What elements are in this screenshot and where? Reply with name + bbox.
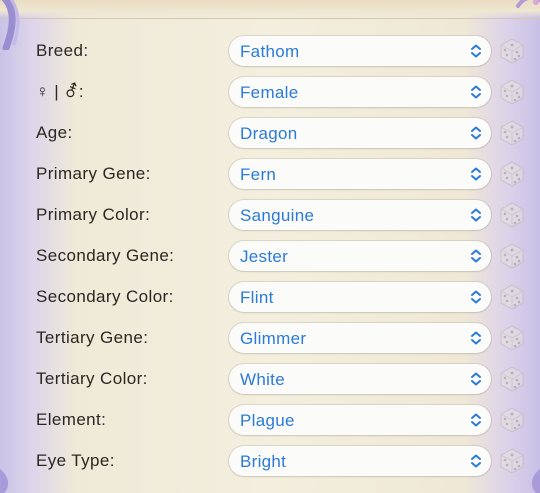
chevron-up-down-icon (469, 412, 483, 428)
tertiary-color-select-value: White (240, 370, 285, 389)
chevron-up-down-icon (469, 125, 483, 141)
field-row-element: Element: Plague (0, 403, 540, 437)
field-label-tertiary-gene: Tertiary Gene: (36, 328, 149, 347)
field-row-tertiary-color: Tertiary Color: White (0, 362, 540, 396)
dice-icon[interactable] (498, 37, 526, 65)
secondary-color-select-value: Flint (240, 288, 274, 307)
tertiary-gene-select[interactable]: Glimmer (229, 323, 491, 353)
field-row-secondary-color: Secondary Color: Flint (0, 280, 540, 314)
field-row-tertiary-gene: Tertiary Gene: Glimmer (0, 321, 540, 355)
field-label-breed: Breed: (36, 41, 89, 60)
secondary-gene-select[interactable]: Jester (229, 241, 491, 271)
dice-icon[interactable] (498, 242, 526, 270)
dice-icon[interactable] (498, 283, 526, 311)
field-row-breed: Breed: Fathom (0, 34, 540, 68)
age-select[interactable]: Dragon (229, 118, 491, 148)
field-label-primary-gene: Primary Gene: (36, 164, 151, 183)
breed-select-value: Fathom (240, 42, 300, 61)
gender-select-value: Female (240, 83, 299, 102)
element-select-value: Plague (240, 411, 295, 430)
dice-icon[interactable] (498, 365, 526, 393)
element-select[interactable]: Plague (229, 405, 491, 435)
field-row-primary-gene: Primary Gene: Fern (0, 157, 540, 191)
field-label-age: Age: (36, 123, 73, 142)
breed-select[interactable]: Fathom (229, 36, 491, 66)
primary-color-select[interactable]: Sanguine (229, 200, 491, 230)
chevron-up-down-icon (469, 453, 483, 469)
tertiary-color-select[interactable]: White (229, 364, 491, 394)
eye-type-select[interactable]: Bright (229, 446, 491, 476)
chevron-up-down-icon (469, 248, 483, 264)
secondary-gene-select-value: Jester (240, 247, 289, 266)
dice-icon[interactable] (498, 201, 526, 229)
field-label-secondary-color: Secondary Color: (36, 287, 174, 306)
field-row-eye-type: Eye Type: Bright (0, 444, 540, 478)
chevron-up-down-icon (469, 371, 483, 387)
chevron-up-down-icon (469, 43, 483, 59)
field-label-tertiary-color: Tertiary Color: (36, 369, 148, 388)
field-row-secondary-gene: Secondary Gene: Jester (0, 239, 540, 273)
age-select-value: Dragon (240, 124, 298, 143)
chevron-up-down-icon (469, 166, 483, 182)
field-row-primary-color: Primary Color: Sanguine (0, 198, 540, 232)
dice-icon[interactable] (498, 78, 526, 106)
tertiary-gene-select-value: Glimmer (240, 329, 307, 348)
field-label-gender: ♀ | ⚦: (36, 82, 84, 101)
primary-gene-select[interactable]: Fern (229, 159, 491, 189)
primary-color-select-value: Sanguine (240, 206, 315, 225)
field-label-eye-type: Eye Type: (36, 451, 115, 470)
dice-icon[interactable] (498, 447, 526, 475)
chevron-up-down-icon (469, 330, 483, 346)
dice-icon[interactable] (498, 160, 526, 188)
field-label-element: Element: (36, 410, 107, 429)
eye-type-select-value: Bright (240, 452, 287, 471)
chevron-up-down-icon (469, 289, 483, 305)
parchment-top-edge (0, 0, 540, 19)
secondary-color-select[interactable]: Flint (229, 282, 491, 312)
dice-icon[interactable] (498, 119, 526, 147)
chevron-up-down-icon (469, 207, 483, 223)
field-row-gender: ♀ | ⚦: Female (0, 75, 540, 109)
primary-gene-select-value: Fern (240, 165, 277, 184)
dice-icon[interactable] (498, 406, 526, 434)
gender-select[interactable]: Female (229, 77, 491, 107)
dice-icon[interactable] (498, 324, 526, 352)
chevron-up-down-icon (469, 84, 483, 100)
field-row-age: Age: Dragon (0, 116, 540, 150)
field-label-primary-color: Primary Color: (36, 205, 151, 224)
field-label-secondary-gene: Secondary Gene: (36, 246, 175, 265)
